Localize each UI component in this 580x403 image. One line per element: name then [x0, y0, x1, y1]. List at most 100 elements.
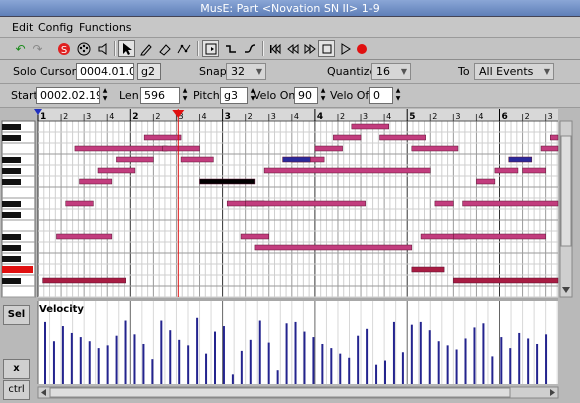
- piano-black-key[interactable]: [2, 135, 21, 141]
- speaker-button[interactable]: [95, 40, 112, 57]
- note[interactable]: [97, 167, 136, 174]
- pencil-tool[interactable]: [137, 40, 154, 57]
- note[interactable]: [240, 233, 269, 240]
- len-spinner[interactable]: ▲ ▼: [180, 87, 190, 104]
- note[interactable]: [453, 233, 546, 240]
- piano-black-key[interactable]: [2, 179, 21, 185]
- steprec-button[interactable]: [75, 40, 92, 57]
- eraser-tool[interactable]: [156, 40, 173, 57]
- velocity-bar[interactable]: [392, 321, 395, 384]
- note[interactable]: [143, 134, 182, 141]
- rewind-start-button[interactable]: [266, 40, 283, 57]
- velocity-bar[interactable]: [88, 341, 91, 384]
- velocity-bar[interactable]: [536, 343, 539, 384]
- piano-black-key[interactable]: [2, 256, 21, 262]
- to-dropdown[interactable]: All Events ▼: [474, 63, 554, 80]
- undo-button[interactable]: ↶: [12, 40, 29, 57]
- velocity-bar[interactable]: [169, 330, 172, 384]
- velocity-bar[interactable]: [303, 331, 306, 384]
- menu-functions[interactable]: Functions: [79, 21, 132, 34]
- note[interactable]: [162, 145, 200, 152]
- velocity-bar[interactable]: [285, 323, 288, 384]
- redo-button[interactable]: ↷: [29, 40, 46, 57]
- menu-edit[interactable]: Edit: [12, 21, 33, 34]
- velo-off-spinner[interactable]: ▲ ▼: [393, 87, 403, 104]
- velocity-bar[interactable]: [231, 374, 234, 384]
- velocity-bar[interactable]: [214, 331, 216, 384]
- ctrl-button[interactable]: ctrl: [3, 380, 30, 400]
- note[interactable]: [56, 233, 113, 240]
- forward-button[interactable]: [301, 40, 318, 57]
- velocity-bar[interactable]: [339, 353, 342, 384]
- velocity-bar[interactable]: [124, 320, 127, 384]
- velocity-bar[interactable]: [142, 343, 145, 384]
- start-field[interactable]: 0002.02.192: [36, 87, 100, 104]
- note[interactable]: [79, 178, 113, 185]
- velocity-bar[interactable]: [276, 370, 279, 384]
- velo-on-field[interactable]: 90: [294, 87, 318, 104]
- note[interactable]: [476, 178, 496, 185]
- piano-roll-canvas[interactable]: 1 2 3 4 2 2 3 4 3 2 3 4 4 2 3 4 5 2 3 4 6 2 3Velocity: [0, 109, 580, 403]
- piano-black-key[interactable]: [2, 278, 21, 284]
- pointer-tool[interactable]: [118, 40, 135, 57]
- velocity-bar[interactable]: [240, 350, 243, 384]
- note[interactable]: [462, 200, 559, 207]
- velocity-bar[interactable]: [178, 339, 181, 384]
- velocity-bar[interactable]: [106, 345, 109, 384]
- piano-black-key[interactable]: [2, 201, 21, 207]
- velocity-bar[interactable]: [222, 326, 225, 384]
- cursor-position-field[interactable]: 0004.01.000: [76, 63, 134, 80]
- start-spinner[interactable]: ▲ ▼: [100, 87, 110, 104]
- velocity-bar[interactable]: [527, 338, 530, 384]
- velocity-bar[interactable]: [366, 328, 369, 384]
- velocity-bar[interactable]: [70, 332, 73, 384]
- velocity-bar[interactable]: [357, 335, 360, 384]
- note[interactable]: [379, 134, 426, 141]
- note[interactable]: [42, 277, 126, 284]
- note[interactable]: [65, 200, 94, 207]
- velocity-bar[interactable]: [196, 317, 199, 384]
- velocity-bar[interactable]: [473, 327, 476, 384]
- velocity-bar[interactable]: [312, 337, 315, 384]
- piano-black-key[interactable]: [2, 234, 21, 240]
- follow-song-button[interactable]: [202, 40, 219, 57]
- velocity-bar[interactable]: [491, 356, 494, 384]
- solo-button[interactable]: S: [55, 40, 72, 57]
- record-button[interactable]: [353, 40, 370, 57]
- velocity-bar[interactable]: [52, 341, 55, 384]
- metronome-curve-button[interactable]: [241, 40, 258, 57]
- velo-on-spinner[interactable]: ▲ ▼: [318, 87, 328, 104]
- note[interactable]: [508, 156, 533, 163]
- velocity-bar[interactable]: [518, 332, 521, 384]
- stop-button[interactable]: [318, 40, 335, 57]
- speed-curve-button[interactable]: [222, 40, 239, 57]
- snap-dropdown[interactable]: 32 ▼: [226, 63, 266, 80]
- note[interactable]: [540, 145, 559, 152]
- velocity-bar[interactable]: [133, 334, 136, 384]
- velocity-bar[interactable]: [187, 345, 190, 384]
- velocity-bar[interactable]: [500, 337, 503, 384]
- velocity-bar[interactable]: [509, 348, 512, 384]
- note[interactable]: [263, 167, 431, 174]
- velocity-bar[interactable]: [258, 320, 261, 384]
- velocity-bar[interactable]: [437, 341, 440, 384]
- note[interactable]: [494, 167, 519, 174]
- piano-black-key[interactable]: [2, 168, 21, 174]
- velocity-bar[interactable]: [482, 323, 485, 384]
- velocity-bar[interactable]: [455, 349, 458, 385]
- velocity-bar[interactable]: [115, 335, 118, 384]
- vertical-scroll-thumb[interactable]: [560, 135, 572, 247]
- velocity-bar[interactable]: [375, 364, 378, 384]
- velocity-bar[interactable]: [160, 320, 163, 384]
- quantize-dropdown[interactable]: 16 ▼: [371, 63, 411, 80]
- horizontal-scroll-thumb[interactable]: [49, 387, 511, 398]
- velocity-bar[interactable]: [44, 321, 46, 384]
- note[interactable]: [550, 134, 559, 141]
- piano-black-key[interactable]: [2, 157, 21, 163]
- line-tool[interactable]: [175, 40, 192, 57]
- velo-off-field[interactable]: 0: [369, 87, 393, 104]
- velocity-bar[interactable]: [464, 338, 467, 384]
- velocity-bar[interactable]: [205, 353, 208, 384]
- velocity-bar[interactable]: [61, 326, 64, 384]
- note[interactable]: [282, 156, 311, 163]
